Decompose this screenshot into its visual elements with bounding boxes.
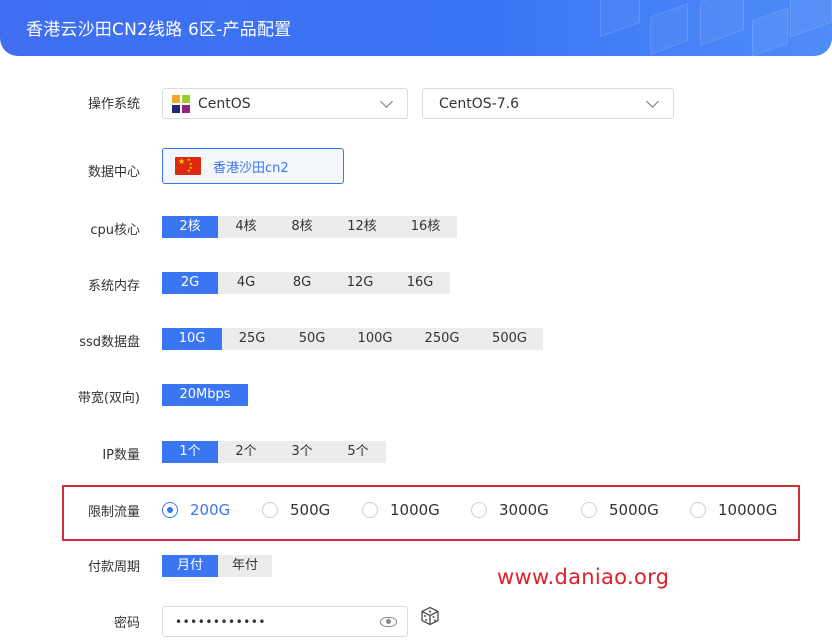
memory-label: 系统内存 <box>87 279 140 294</box>
radio-unchecked-icon <box>581 502 597 518</box>
ip-option-2[interactable]: 2个 <box>218 441 274 463</box>
radio-unchecked-icon <box>362 502 378 518</box>
traffic-option-1000g[interactable]: 1000G <box>362 500 440 520</box>
disk-option-250g[interactable]: 250G <box>408 328 476 350</box>
dice-icon[interactable] <box>420 606 440 626</box>
header-decoration <box>790 0 832 38</box>
traffic-option-label: 1000G <box>390 501 440 519</box>
os-family-value: CentOS <box>198 95 251 112</box>
disk-options: 10G 25G 50G 100G 250G 500G <box>162 328 543 350</box>
os-version-select[interactable]: CentOS-7.6 <box>422 88 674 119</box>
traffic-option-500g[interactable]: 500G <box>262 500 330 520</box>
traffic-option-3000g[interactable]: 3000G <box>471 500 549 520</box>
ip-option-1[interactable]: 1个 <box>162 441 218 463</box>
bandwidth-label: 带宽(双向) <box>77 391 140 406</box>
billing-option-yearly[interactable]: 年付 <box>218 555 272 577</box>
billing-option-monthly[interactable]: 月付 <box>162 555 218 577</box>
memory-option-16g[interactable]: 16G <box>390 272 450 294</box>
radio-unchecked-icon <box>262 502 278 518</box>
chevron-down-icon <box>646 94 659 108</box>
cpu-option-4[interactable]: 4核 <box>218 216 274 238</box>
password-field[interactable]: •••••••••••• <box>162 606 408 637</box>
traffic-option-label: 5000G <box>609 501 659 519</box>
traffic-option-label: 500G <box>290 501 331 519</box>
datacenter-name: 香港沙田cn2 <box>213 160 289 176</box>
cpu-label: cpu核心 <box>90 223 140 238</box>
watermark-text: www.daniao.org <box>497 565 670 589</box>
disk-label: ssd数据盘 <box>79 335 140 350</box>
disk-option-100g[interactable]: 100G <box>342 328 408 350</box>
ip-label: IP数量 <box>102 448 140 463</box>
memory-option-4g[interactable]: 4G <box>218 272 274 294</box>
cpu-option-8[interactable]: 8核 <box>274 216 330 238</box>
traffic-option-label: 3000G <box>499 501 549 519</box>
memory-option-12g[interactable]: 12G <box>330 272 390 294</box>
ip-options: 1个 2个 3个 5个 <box>162 441 386 463</box>
cpu-options: 2核 4核 8核 12核 16核 <box>162 216 457 238</box>
memory-options: 2G 4G 8G 12G 16G <box>162 272 450 294</box>
page-header: 香港云沙田CN2线路 6区-产品配置 <box>0 0 832 56</box>
datacenter-label: 数据中心 <box>87 165 140 180</box>
centos-icon <box>171 94 191 114</box>
billing-options: 月付 年付 <box>162 555 272 577</box>
memory-option-2g[interactable]: 2G <box>162 272 218 294</box>
header-decoration <box>600 0 640 38</box>
eye-icon[interactable] <box>380 616 397 627</box>
os-version-value: CentOS-7.6 <box>439 95 519 112</box>
bandwidth-options: 20Mbps <box>162 384 248 406</box>
radio-unchecked-icon <box>471 502 487 518</box>
traffic-option-label: 200G <box>190 501 231 519</box>
page-title: 香港云沙田CN2线路 6区-产品配置 <box>26 20 292 40</box>
os-family-select[interactable]: CentOS <box>162 88 408 119</box>
bandwidth-option-20mbps[interactable]: 20Mbps <box>162 384 248 406</box>
traffic-option-5000g[interactable]: 5000G <box>581 500 659 520</box>
disk-option-50g[interactable]: 50G <box>282 328 342 350</box>
os-label: 操作系统 <box>87 97 140 112</box>
chevron-down-icon <box>380 94 393 108</box>
disk-option-500g[interactable]: 500G <box>476 328 543 350</box>
traffic-option-10000g[interactable]: 10000G <box>690 500 777 520</box>
cpu-option-16[interactable]: 16核 <box>394 216 457 238</box>
password-label: 密码 <box>113 616 140 631</box>
memory-option-8g[interactable]: 8G <box>274 272 330 294</box>
traffic-option-label: 10000G <box>718 501 778 519</box>
disk-option-10g[interactable]: 10G <box>162 328 222 350</box>
ip-option-3[interactable]: 3个 <box>274 441 330 463</box>
cpu-option-12[interactable]: 12核 <box>330 216 394 238</box>
china-flag-icon: ★ ★ ★ ★ ★ <box>175 157 201 175</box>
radio-unchecked-icon <box>690 502 706 518</box>
header-decoration <box>752 7 788 56</box>
header-decoration <box>700 0 744 47</box>
disk-option-25g[interactable]: 25G <box>222 328 282 350</box>
billing-label: 付款周期 <box>87 560 140 575</box>
password-value: •••••••••••• <box>175 614 266 629</box>
radio-checked-icon <box>162 502 178 518</box>
ip-option-5[interactable]: 5个 <box>330 441 386 463</box>
traffic-option-200g[interactable]: 200G <box>162 500 230 520</box>
header-decoration <box>650 3 688 55</box>
datacenter-option-hk-shatin[interactable]: ★ ★ ★ ★ ★ 香港沙田cn2 <box>162 148 344 184</box>
traffic-label: 限制流量 <box>87 505 140 520</box>
cpu-option-2[interactable]: 2核 <box>162 216 218 238</box>
